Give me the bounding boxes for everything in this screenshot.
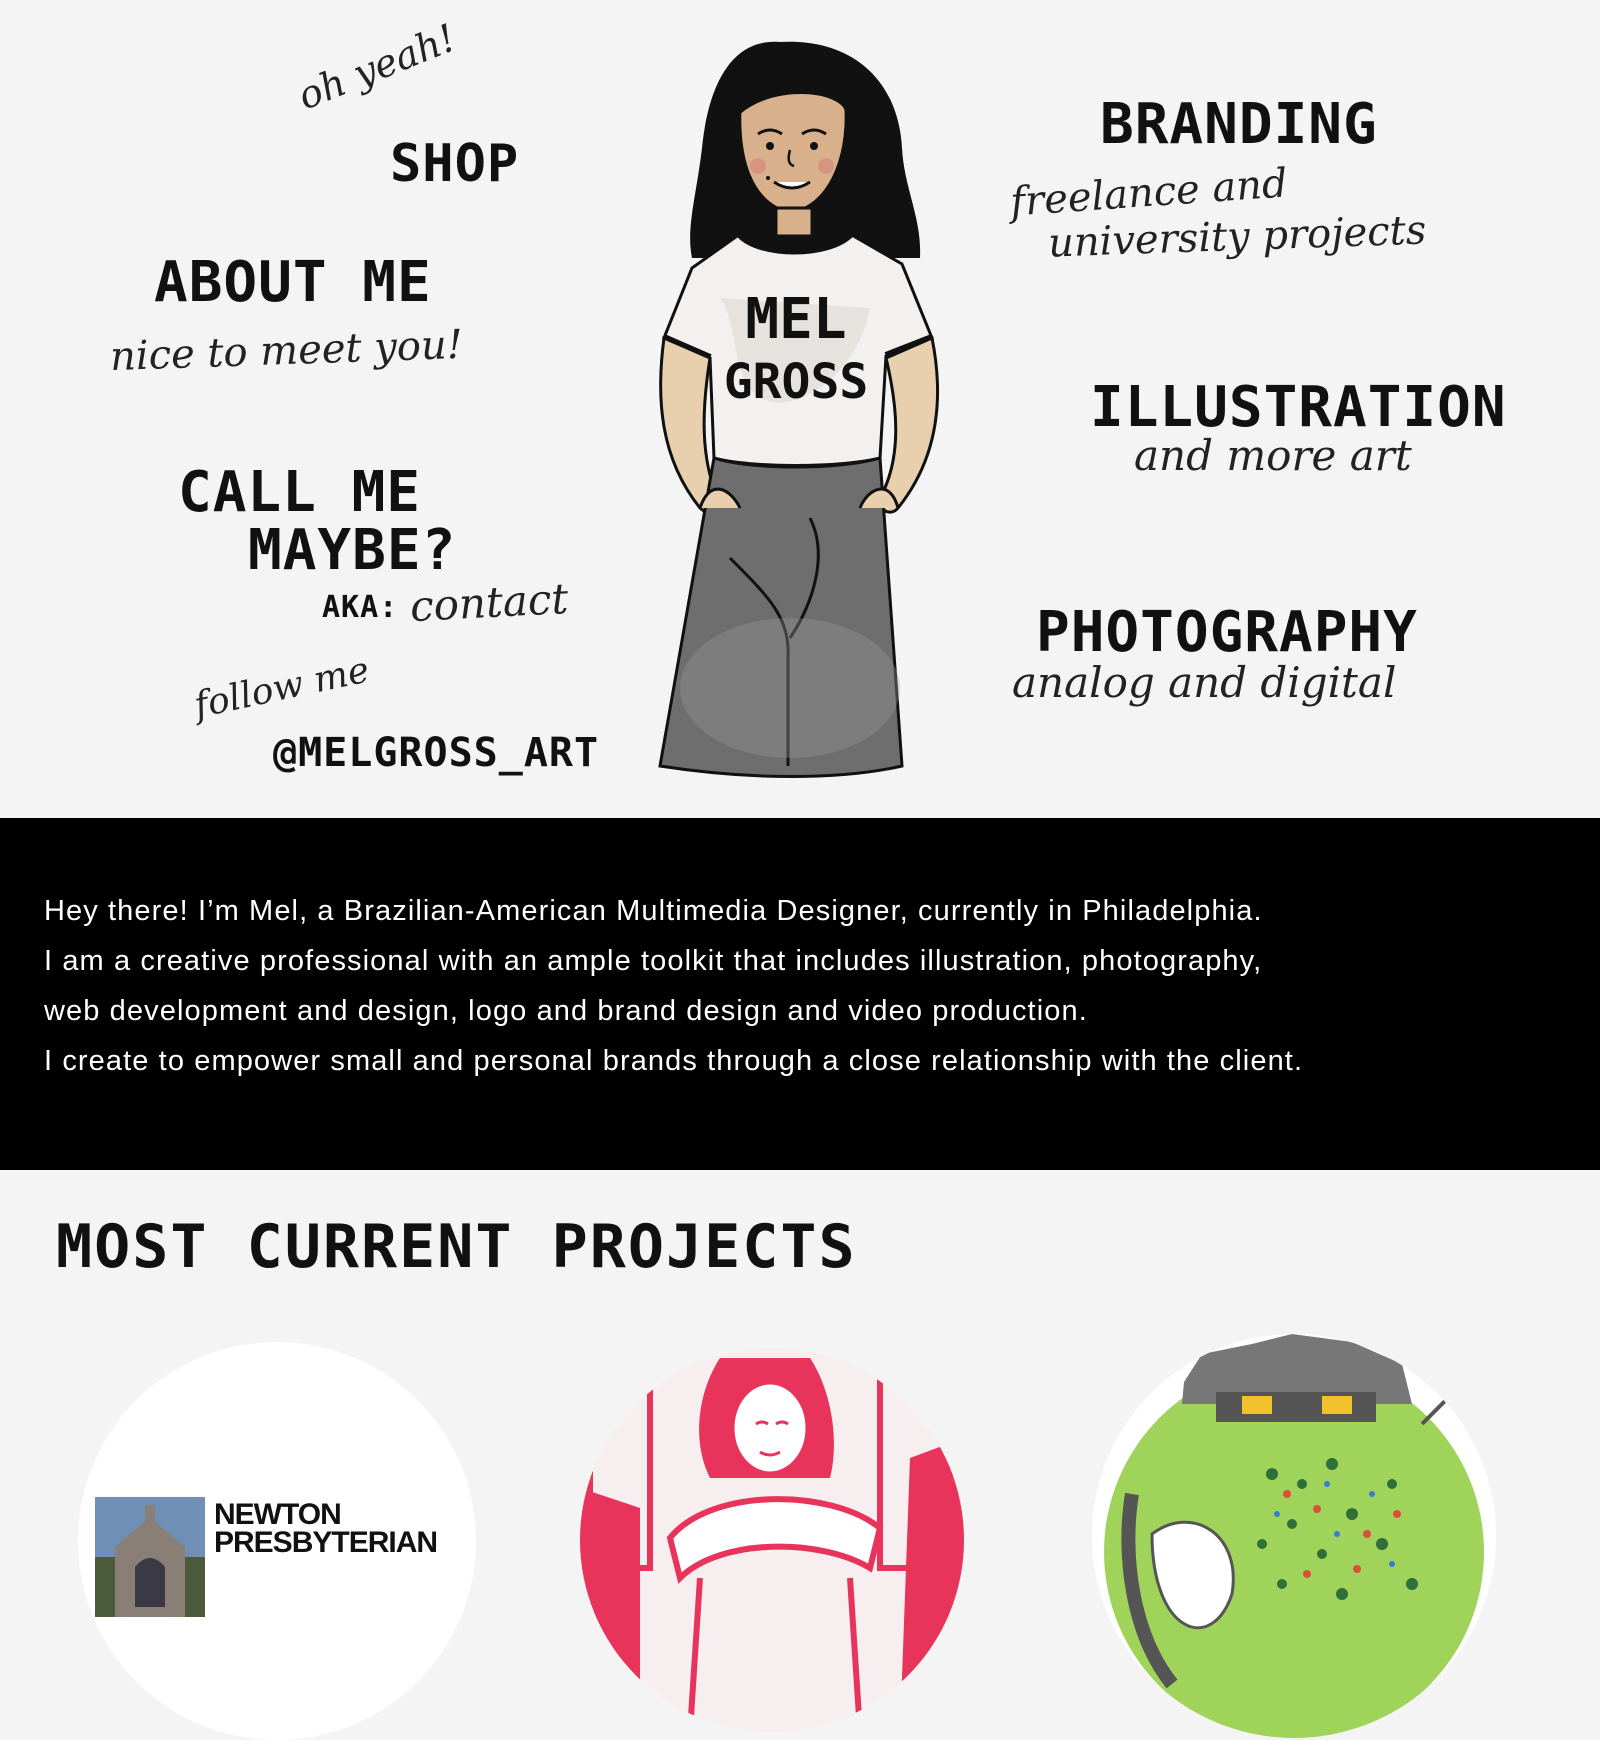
nav-photography-link[interactable]: PHOTOGRAPHY analog and digital xyxy=(1012,600,1492,720)
pink-girl-illustration xyxy=(580,1348,964,1732)
about-script-text: nice to meet you! xyxy=(109,321,464,381)
nav-about-link[interactable]: ABOUT ME nice to meet you! xyxy=(109,250,490,390)
instagram-handle: @MELGROSS_ART xyxy=(273,730,600,776)
project-card-illustration[interactable] xyxy=(580,1348,964,1732)
bio-line: I am a creative professional with an amp… xyxy=(44,945,1263,977)
nav-contact-link[interactable]: CALL ME MAYBE? AKA: contact xyxy=(170,460,570,640)
follow-script-text: follow me xyxy=(190,649,373,727)
nav-shop-link[interactable]: oh yeah! SHOP xyxy=(292,15,540,198)
shop-script-text: oh yeah! xyxy=(291,15,462,119)
project-card-festival-map[interactable] xyxy=(1092,1334,1496,1738)
nav-branding-link[interactable]: BRANDING freelance and university projec… xyxy=(1009,92,1490,272)
project-card-newton[interactable]: NEWTON PRESBYTERIAN xyxy=(78,1342,476,1740)
photography-label: PHOTOGRAPHY xyxy=(1036,600,1418,665)
bio-line: I create to empower small and personal b… xyxy=(44,1045,1304,1077)
illustration-script-text: and more art xyxy=(1134,431,1412,480)
shirt-text-line2: GROSS xyxy=(724,354,869,410)
shirt-text-line1: MEL xyxy=(745,287,846,352)
church-photo-thumbnail xyxy=(95,1497,205,1617)
nav-instagram-link[interactable]: follow me @MELGROSS_ART xyxy=(191,650,645,790)
projects-heading: MOST CURRENT PROJECTS xyxy=(56,1212,857,1282)
nav-illustration-link[interactable]: ILLUSTRATION and more art xyxy=(1090,375,1550,495)
photography-script-text: analog and digital xyxy=(1012,658,1397,707)
hero-section: oh yeah! SHOP ABOUT ME nice to meet you!… xyxy=(0,0,1600,818)
shop-label: SHOP xyxy=(390,134,520,194)
contact-label-line2: MAYBE? xyxy=(248,518,457,583)
self-portrait-illustration: MEL GROSS xyxy=(658,41,940,778)
contact-script-text: contact xyxy=(408,573,570,632)
about-label: ABOUT ME xyxy=(154,250,432,315)
contact-label-line1: CALL ME xyxy=(178,460,422,525)
contact-aka-label: AKA: xyxy=(322,590,399,625)
bio-section: Hey there! I’m Mel, a Brazilian-American… xyxy=(0,818,1600,1170)
bio-line: web development and design, logo and bra… xyxy=(44,995,1088,1027)
bio-line: Hey there! I’m Mel, a Brazilian-American… xyxy=(44,895,1263,927)
branding-label: BRANDING xyxy=(1100,92,1378,157)
project-name-line2: PRESBYTERIAN xyxy=(214,1526,438,1559)
festival-map-illustration xyxy=(1092,1334,1496,1738)
